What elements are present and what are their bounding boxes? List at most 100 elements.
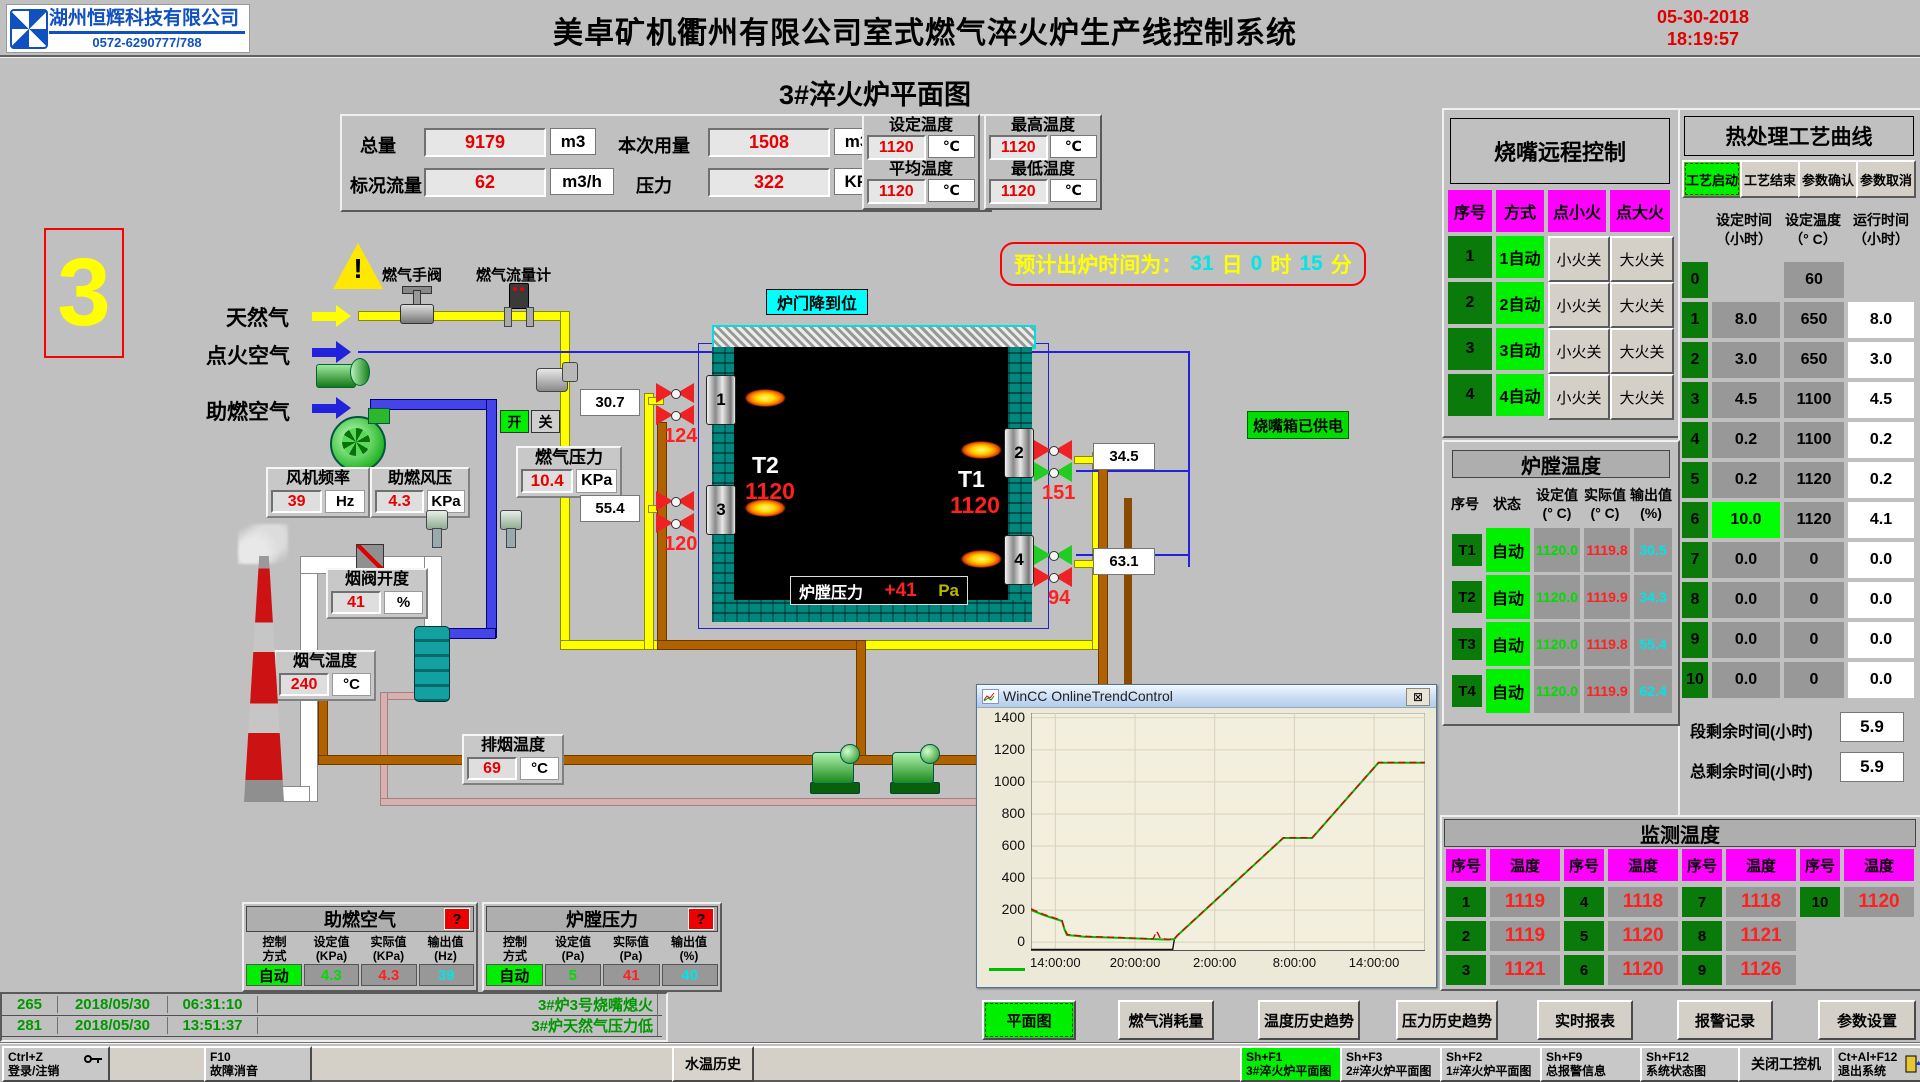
monitor-temp-header: 温度 bbox=[1726, 849, 1796, 881]
burner-mode-cell[interactable]: 1自动 bbox=[1496, 236, 1544, 278]
control-mode-cell[interactable]: 自动 bbox=[246, 964, 302, 986]
burner-mode-cell[interactable]: 3自动 bbox=[1496, 328, 1544, 370]
nav-button-7[interactable]: 参数设置 bbox=[1818, 1000, 1916, 1040]
taskbar-label: 1#淬火炉平面图 bbox=[1446, 1064, 1544, 1078]
process-row-no: 1 bbox=[1682, 302, 1708, 338]
nav-button-5[interactable]: 实时报表 bbox=[1537, 1000, 1633, 1040]
taskbar-button-1#淬火炉平面图[interactable]: Sh+F21#淬火炉平面图 bbox=[1440, 1046, 1546, 1082]
trend-title: WinCC OnlineTrendControl bbox=[1003, 688, 1173, 704]
taskbar-button-2#淬火炉平面图[interactable]: Sh+F32#淬火炉平面图 bbox=[1340, 1046, 1446, 1082]
process-button-0[interactable]: 工艺启动 bbox=[1682, 160, 1742, 198]
readout-2: 55.4 bbox=[580, 495, 640, 522]
process-set-time[interactable]: 0.2 bbox=[1712, 462, 1780, 498]
control-mode-cell[interactable]: 自动 bbox=[486, 964, 543, 986]
chamber-mode-cell[interactable]: 自动 bbox=[1486, 669, 1530, 713]
process-header: 设定温度 （° C） bbox=[1782, 204, 1844, 256]
small-fire-button[interactable]: 小火关 bbox=[1548, 282, 1610, 328]
chamber-mode-cell[interactable]: 自动 bbox=[1486, 575, 1530, 619]
control-set-value: 5 bbox=[545, 964, 602, 986]
taskbar-button-登录/注销[interactable]: Ctrl+Z登录/注销 bbox=[2, 1046, 110, 1082]
monitor-no: 4 bbox=[1564, 887, 1604, 917]
process-set-temp[interactable]: 0 bbox=[1784, 662, 1844, 698]
taskbar-button-关闭工控机[interactable]: 关闭工控机 bbox=[1738, 1046, 1834, 1082]
taskbar-button-退出系统[interactable]: Ct+Al+F12退出系统 bbox=[1832, 1046, 1920, 1082]
control-header: 控制 方式 bbox=[246, 934, 303, 964]
close-button[interactable]: 关 bbox=[531, 410, 560, 433]
process-row-no: 8 bbox=[1682, 582, 1708, 618]
flame-icon bbox=[740, 499, 786, 517]
nav-button-1[interactable]: 平面图 bbox=[982, 1000, 1076, 1040]
nav-button-4[interactable]: 压力历史趋势 bbox=[1396, 1000, 1498, 1040]
gas-manual-valve-icon[interactable] bbox=[400, 286, 432, 324]
help-button[interactable]: ? bbox=[444, 908, 470, 930]
process-set-time[interactable]: 4.5 bbox=[1712, 382, 1780, 418]
big-fire-button[interactable]: 大火关 bbox=[1610, 374, 1674, 420]
burner-row-no: 2 bbox=[1448, 282, 1492, 324]
process-set-temp[interactable]: 0 bbox=[1784, 582, 1844, 618]
process-set-temp[interactable]: 0 bbox=[1784, 622, 1844, 658]
process-button-3[interactable]: 参数取消 bbox=[1856, 160, 1916, 198]
burner-mode-cell[interactable]: 4自动 bbox=[1496, 374, 1544, 416]
big-fire-button[interactable]: 大火关 bbox=[1610, 282, 1674, 328]
hot-air-pipe bbox=[318, 700, 328, 762]
monitor-no: 8 bbox=[1682, 921, 1722, 951]
control-output-value: 39 bbox=[419, 964, 475, 986]
help-button[interactable]: ? bbox=[688, 908, 714, 930]
control-header: 输出值 (Hz) bbox=[417, 934, 474, 964]
small-fire-button[interactable]: 小火关 bbox=[1548, 328, 1610, 374]
taskbar-key: Sh+F9 bbox=[1546, 1050, 1644, 1064]
big-fire-button[interactable]: 大火关 bbox=[1610, 328, 1674, 374]
process-set-time[interactable]: 0.0 bbox=[1712, 662, 1780, 698]
process-set-time[interactable]: 0.0 bbox=[1712, 582, 1780, 618]
big-fire-button[interactable]: 大火关 bbox=[1610, 236, 1674, 282]
pump-icon bbox=[888, 742, 940, 796]
process-set-time[interactable]: 3.0 bbox=[1712, 342, 1780, 378]
process-set-temp[interactable]: 650 bbox=[1784, 302, 1844, 338]
process-button-1[interactable]: 工艺结束 bbox=[1740, 160, 1800, 198]
process-set-temp[interactable]: 1120 bbox=[1784, 462, 1844, 498]
flame-icon bbox=[956, 550, 1002, 568]
taskbar-button-水温历史[interactable]: 水温历史 bbox=[672, 1046, 754, 1082]
small-fire-button[interactable]: 小火关 bbox=[1548, 236, 1610, 282]
process-set-time[interactable]: 0.0 bbox=[1712, 542, 1780, 578]
process-set-time[interactable]: 0.0 bbox=[1712, 622, 1780, 658]
taskbar-button-3#淬火炉平面图[interactable]: Sh+F13#淬火炉平面图 bbox=[1240, 1046, 1346, 1082]
small-fire-button[interactable]: 小火关 bbox=[1548, 374, 1610, 420]
chamber-mode-cell[interactable]: 自动 bbox=[1486, 622, 1530, 666]
process-title: 热处理工艺曲线 bbox=[1684, 116, 1914, 156]
taskbar-button-总报警信息[interactable]: Sh+F9总报警信息 bbox=[1540, 1046, 1646, 1082]
combustion-air-label: 助燃空气 bbox=[206, 396, 290, 426]
monitor-no: 3 bbox=[1446, 955, 1486, 985]
process-run-time: 3.0 bbox=[1848, 342, 1914, 378]
chamber-mode-cell[interactable]: 自动 bbox=[1486, 528, 1530, 572]
process-button-2[interactable]: 参数确认 bbox=[1798, 160, 1858, 198]
nav-button-2[interactable]: 燃气消耗量 bbox=[1118, 1000, 1214, 1040]
taskbar-key: F10 bbox=[210, 1050, 310, 1064]
process-set-temp[interactable]: 60 bbox=[1784, 262, 1844, 298]
damper-unit: % bbox=[384, 591, 423, 614]
process-set-time[interactable]: 10.0 bbox=[1712, 502, 1780, 538]
trend-titlebar[interactable]: WinCC OnlineTrendControl ⊠ bbox=[977, 685, 1436, 708]
nav-button-3[interactable]: 温度历史趋势 bbox=[1258, 1000, 1360, 1040]
process-set-time[interactable]: 0.2 bbox=[1712, 422, 1780, 458]
process-set-temp[interactable]: 0 bbox=[1784, 542, 1844, 578]
chamber-output-value: 34.3 bbox=[1634, 575, 1672, 619]
trend-y-tick: 600 bbox=[985, 837, 1025, 853]
process-run-time: 0.2 bbox=[1848, 422, 1914, 458]
process-set-temp[interactable]: 1120 bbox=[1784, 502, 1844, 538]
process-set-temp[interactable]: 1100 bbox=[1784, 422, 1844, 458]
damper-value: 41 bbox=[331, 591, 381, 614]
flue-temp-value: 240 bbox=[279, 673, 329, 696]
monitor-temp-value: 1121 bbox=[1726, 921, 1796, 951]
process-set-temp[interactable]: 1100 bbox=[1784, 382, 1844, 418]
trend-close-button[interactable]: ⊠ bbox=[1406, 688, 1430, 706]
trend-x-tick: 14:00:00 bbox=[1340, 955, 1408, 970]
burner-3: 3 bbox=[706, 485, 736, 535]
burner-mode-cell[interactable]: 2自动 bbox=[1496, 282, 1544, 324]
nav-button-6[interactable]: 报警记录 bbox=[1677, 1000, 1773, 1040]
process-set-time[interactable]: 8.0 bbox=[1712, 302, 1780, 338]
taskbar-button-系统状态图[interactable]: Sh+F12系统状态图 bbox=[1640, 1046, 1744, 1082]
taskbar-button-故障消音[interactable]: F10故障消音 bbox=[204, 1046, 312, 1082]
open-button[interactable]: 开 bbox=[500, 410, 529, 433]
process-set-temp[interactable]: 650 bbox=[1784, 342, 1844, 378]
